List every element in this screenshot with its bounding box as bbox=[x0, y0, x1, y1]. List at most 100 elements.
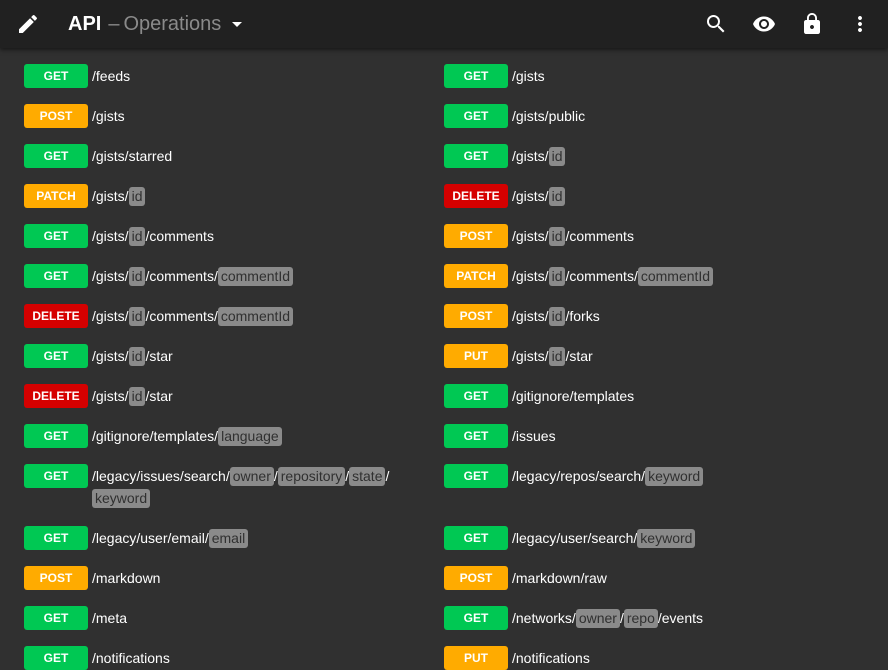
method-badge-get[interactable]: GET bbox=[444, 526, 508, 550]
operation-path[interactable]: /gists/id bbox=[512, 185, 838, 207]
operation-path[interactable]: /gitignore/templates/language bbox=[92, 425, 418, 447]
path-parameter: keyword bbox=[637, 529, 696, 548]
method-badge-put[interactable]: PUT bbox=[444, 344, 508, 368]
more-button[interactable] bbox=[836, 0, 884, 48]
operation-row[interactable]: GET/notifications bbox=[24, 646, 418, 670]
method-badge-patch[interactable]: PATCH bbox=[444, 264, 508, 288]
operation-path[interactable]: /meta bbox=[92, 607, 418, 629]
operation-path[interactable]: /markdown/raw bbox=[512, 567, 838, 589]
method-badge-get[interactable]: GET bbox=[444, 464, 508, 488]
operation-row[interactable]: GET/legacy/user/email/email bbox=[24, 526, 418, 550]
operation-path[interactable]: /gists/id/comments/commentId bbox=[92, 305, 418, 327]
view-button[interactable] bbox=[740, 0, 788, 48]
method-badge-post[interactable]: POST bbox=[24, 104, 88, 128]
operation-path[interactable]: /gists/starred bbox=[92, 145, 418, 167]
operation-path[interactable]: /legacy/issues/search/owner / repository / s… bbox=[92, 465, 418, 509]
method-badge-delete[interactable]: DELETE bbox=[444, 184, 508, 208]
operation-path[interactable]: /gists/id/star bbox=[92, 345, 418, 367]
operation-row[interactable]: GET/legacy/user/search/keyword bbox=[444, 526, 838, 550]
method-badge-get[interactable]: GET bbox=[444, 424, 508, 448]
operation-row[interactable]: GET/issues bbox=[444, 424, 838, 448]
method-badge-delete[interactable]: DELETE bbox=[24, 384, 88, 408]
operation-row[interactable]: GET/gists/id/comments bbox=[24, 224, 418, 248]
operation-row[interactable]: PATCH/gists/id bbox=[24, 184, 418, 208]
operation-row[interactable]: DELETE/gists/id/comments/commentId bbox=[24, 304, 418, 328]
operation-row[interactable]: GET/networks/owner / repo/events bbox=[444, 606, 838, 630]
operation-row[interactable]: POST/markdown/raw bbox=[444, 566, 838, 590]
operation-path[interactable]: /legacy/repos/search/keyword bbox=[512, 465, 838, 487]
method-badge-post[interactable]: POST bbox=[444, 304, 508, 328]
operation-row[interactable]: GET/gitignore/templates bbox=[444, 384, 838, 408]
lock-button[interactable] bbox=[788, 0, 836, 48]
method-badge-get[interactable]: GET bbox=[444, 64, 508, 88]
operation-row[interactable]: POST/gists bbox=[24, 104, 418, 128]
method-badge-get[interactable]: GET bbox=[444, 384, 508, 408]
path-segment: /markdown/raw bbox=[512, 570, 607, 586]
method-badge-get[interactable]: GET bbox=[24, 424, 88, 448]
method-badge-get[interactable]: GET bbox=[24, 526, 88, 550]
search-button[interactable] bbox=[692, 0, 740, 48]
method-badge-get[interactable]: GET bbox=[24, 464, 88, 488]
operation-row[interactable]: GET/gists/public bbox=[444, 104, 838, 128]
operation-path[interactable]: /legacy/user/email/email bbox=[92, 527, 418, 549]
method-badge-put[interactable]: PUT bbox=[444, 646, 508, 670]
method-badge-get[interactable]: GET bbox=[444, 104, 508, 128]
operation-path[interactable]: /gists/id bbox=[512, 145, 838, 167]
operation-path[interactable]: /gists bbox=[92, 105, 418, 127]
method-badge-get[interactable]: GET bbox=[444, 144, 508, 168]
more-vert-icon bbox=[858, 16, 862, 32]
operation-row[interactable]: POST/markdown bbox=[24, 566, 418, 590]
path-segment: /gists/ bbox=[92, 308, 129, 324]
operation-path[interactable]: /feeds bbox=[92, 65, 418, 87]
operation-path[interactable]: /networks/owner / repo/events bbox=[512, 607, 838, 629]
operation-row[interactable]: DELETE/gists/id bbox=[444, 184, 838, 208]
method-badge-get[interactable]: GET bbox=[24, 606, 88, 630]
method-badge-get[interactable]: GET bbox=[24, 264, 88, 288]
operation-row[interactable]: GET/legacy/repos/search/keyword bbox=[444, 464, 838, 488]
operation-path[interactable]: /gists/id bbox=[92, 185, 418, 207]
edit-button[interactable] bbox=[4, 0, 52, 48]
method-badge-patch[interactable]: PATCH bbox=[24, 184, 88, 208]
method-badge-post[interactable]: POST bbox=[444, 224, 508, 248]
page-title[interactable]: API – Operations bbox=[68, 0, 249, 48]
operation-path[interactable]: /gists bbox=[512, 65, 838, 87]
operation-path[interactable]: /issues bbox=[512, 425, 838, 447]
operation-row[interactable]: GET/legacy/issues/search/owner / repositor… bbox=[24, 464, 418, 509]
operation-row[interactable]: DELETE/gists/id/star bbox=[24, 384, 418, 408]
operation-row[interactable]: GET/gists/id/star bbox=[24, 344, 418, 368]
method-badge-get[interactable]: GET bbox=[444, 606, 508, 630]
operation-path[interactable]: /legacy/user/search/keyword bbox=[512, 527, 838, 549]
operation-row[interactable]: GET/gists/id/comments/commentId bbox=[24, 264, 418, 288]
operation-row[interactable]: GET/gists bbox=[444, 64, 838, 88]
operation-path[interactable]: /gists/public bbox=[512, 105, 838, 127]
method-badge-post[interactable]: POST bbox=[24, 566, 88, 590]
operation-row[interactable]: GET/gists/id bbox=[444, 144, 838, 168]
operation-row[interactable]: GET/meta bbox=[24, 606, 418, 630]
operation-row[interactable]: POST/gists/id/comments bbox=[444, 224, 838, 248]
operation-row[interactable]: PATCH/gists/id/comments/commentId bbox=[444, 264, 838, 288]
operation-row[interactable]: POST/gists/id/forks bbox=[444, 304, 838, 328]
operation-row[interactable]: GET/gists/starred bbox=[24, 144, 418, 168]
operation-path[interactable]: /gists/id/forks bbox=[512, 305, 838, 327]
operation-path[interactable]: /gists/id/comments bbox=[92, 225, 418, 247]
operation-path[interactable]: /gists/id/comments/commentId bbox=[92, 265, 418, 287]
operation-row[interactable]: PUT/gists/id/star bbox=[444, 344, 838, 368]
method-badge-get[interactable]: GET bbox=[24, 64, 88, 88]
operation-path[interactable]: /gists/id/comments bbox=[512, 225, 838, 247]
method-badge-delete[interactable]: DELETE bbox=[24, 304, 88, 328]
operation-path[interactable]: /gists/id/comments/commentId bbox=[512, 265, 838, 287]
arrow-drop-down-icon[interactable] bbox=[225, 12, 249, 36]
method-badge-get[interactable]: GET bbox=[24, 224, 88, 248]
title-api: API bbox=[68, 12, 102, 35]
operation-path[interactable]: /gists/id/star bbox=[512, 345, 838, 367]
operation-row[interactable]: PUT/notifications bbox=[444, 646, 838, 670]
operation-path[interactable]: /gists/id/star bbox=[92, 385, 418, 407]
method-badge-get[interactable]: GET bbox=[24, 144, 88, 168]
method-badge-get[interactable]: GET bbox=[24, 344, 88, 368]
method-badge-get[interactable]: GET bbox=[24, 646, 88, 670]
operation-path[interactable]: /markdown bbox=[92, 567, 418, 589]
operation-path[interactable]: /gitignore/templates bbox=[512, 385, 838, 407]
operation-row[interactable]: GET/feeds bbox=[24, 64, 418, 88]
method-badge-post[interactable]: POST bbox=[444, 566, 508, 590]
operation-row[interactable]: GET/gitignore/templates/language bbox=[24, 424, 418, 448]
